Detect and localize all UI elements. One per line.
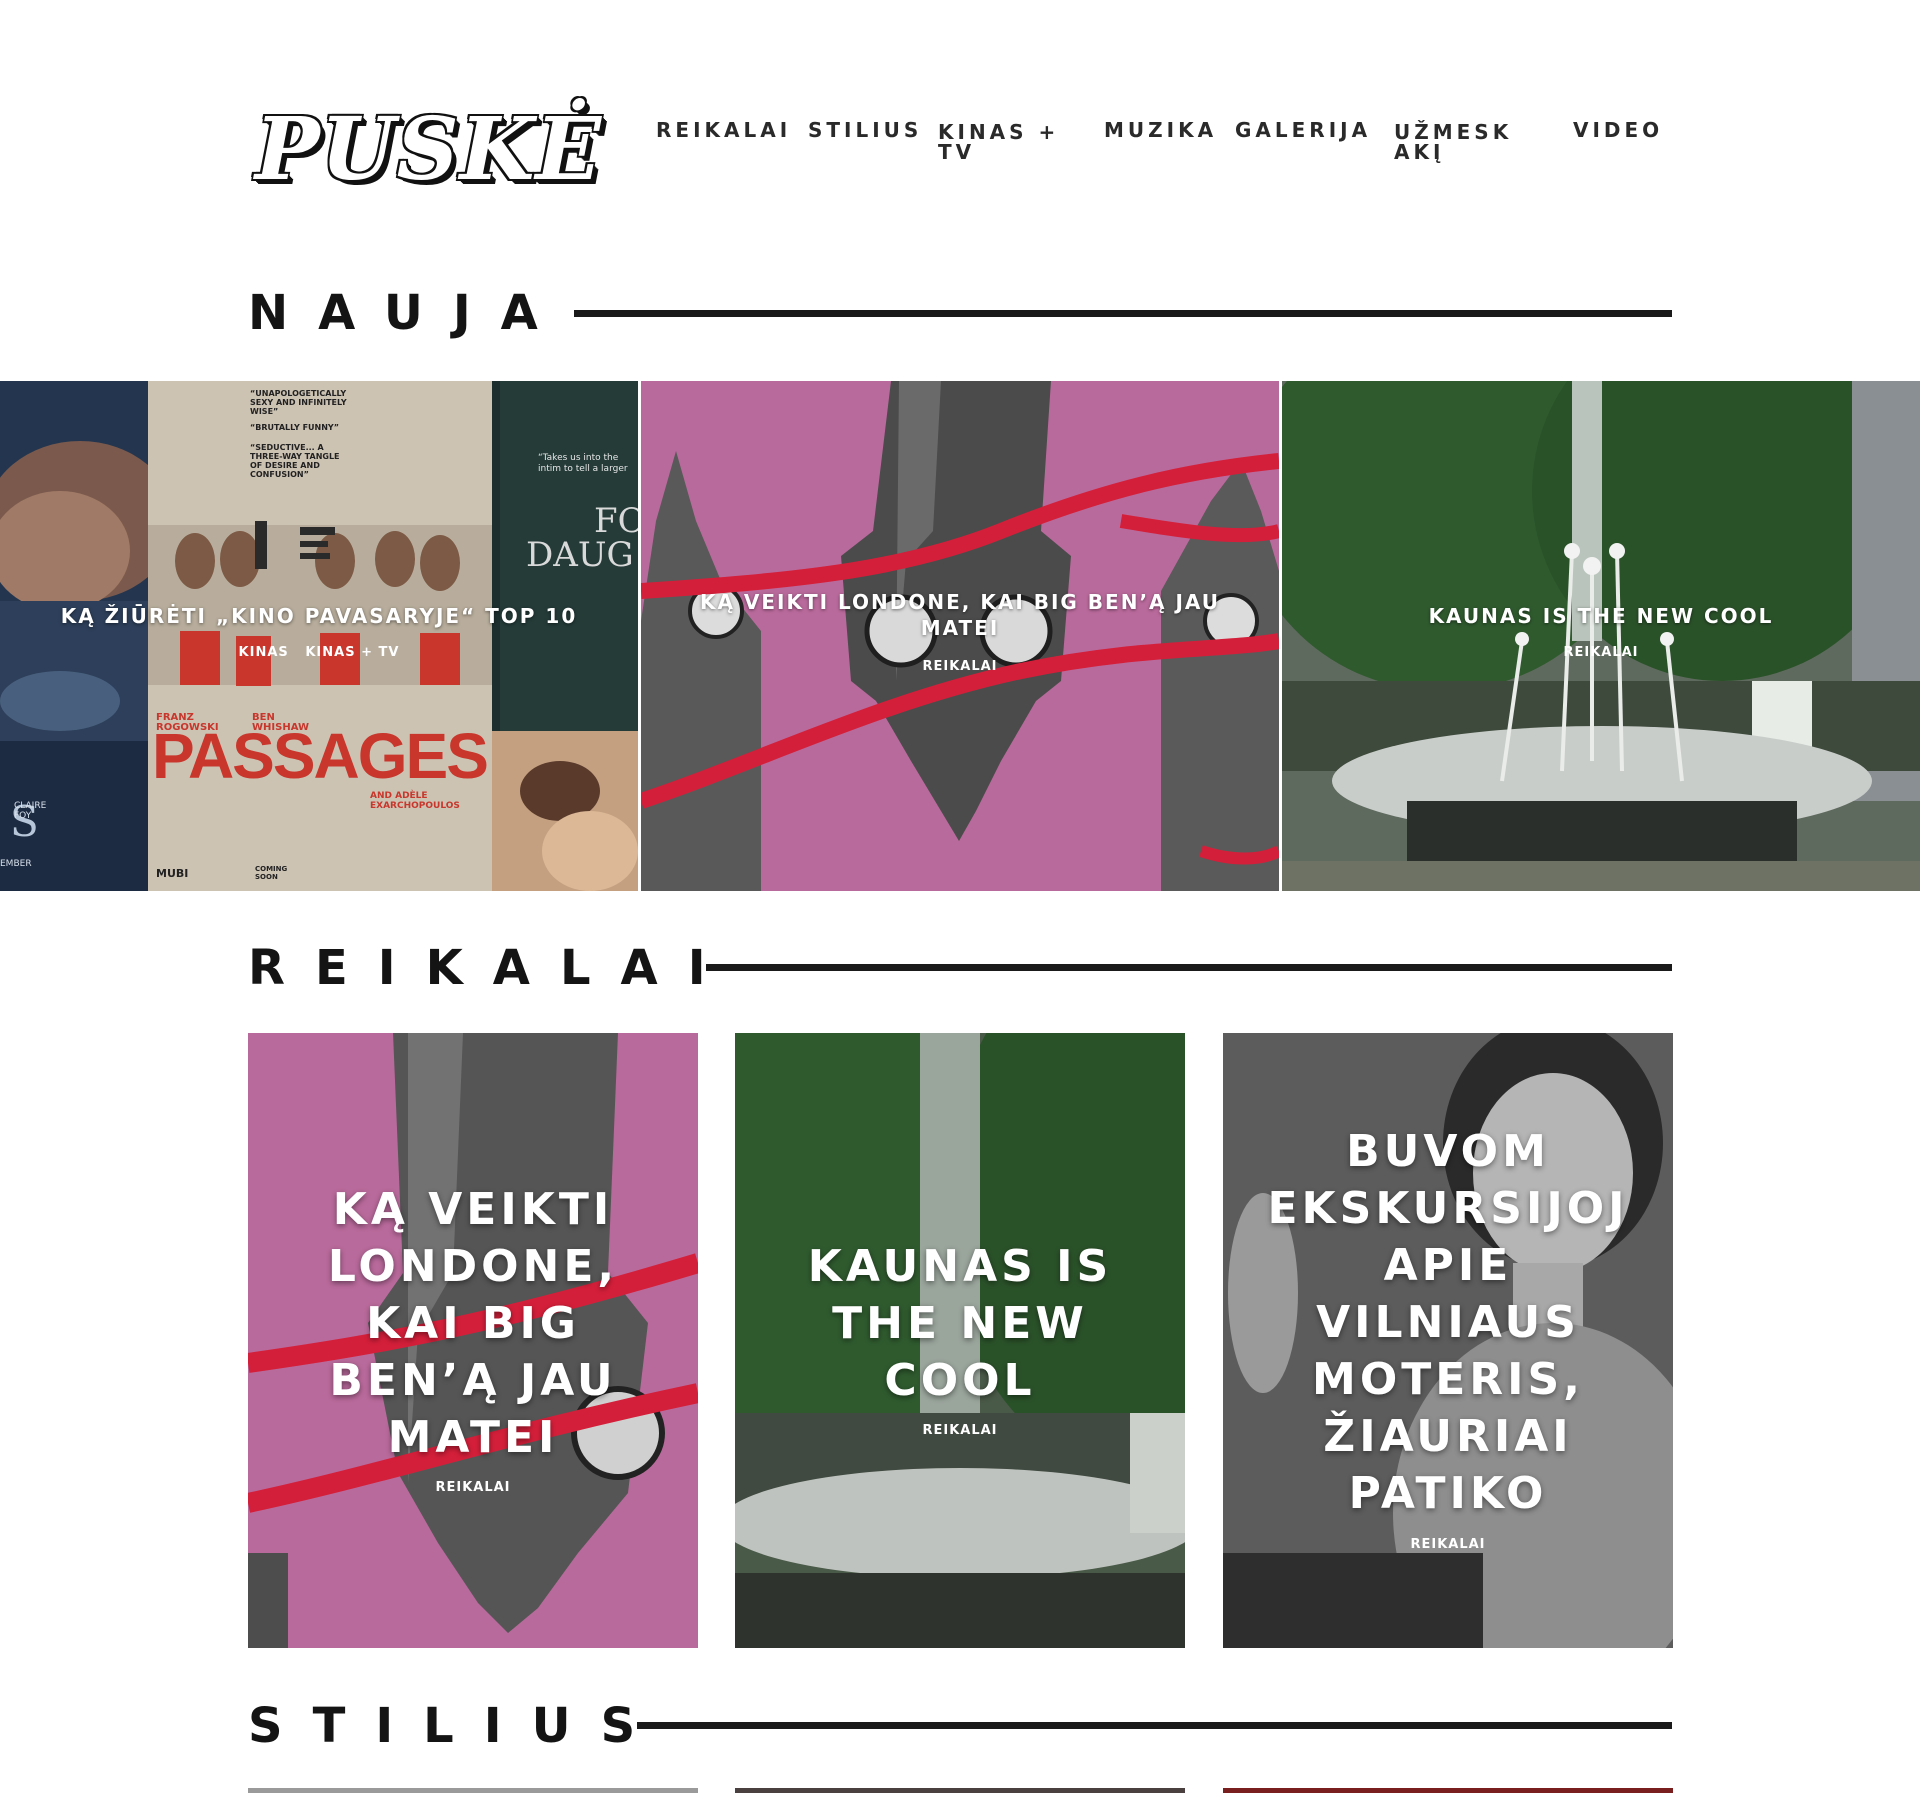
featured-slider: S “UNAPOLOGETICALLY SEXY AND INFINITELY … <box>0 381 1920 891</box>
slide-kino-title[interactable]: KĄ ŽIŪRĖTI „KINO PAVASARYJE“ TOP 10 <box>0 603 638 629</box>
nav-reikalai[interactable]: REIKALAI <box>656 120 791 140</box>
section-rule-nauja <box>574 310 1672 317</box>
poster-left-ember: EMBER <box>0 859 32 869</box>
card-kaunas-category[interactable]: REIKALAI <box>735 1423 1185 1438</box>
poster-quote-3: “SEDUCTIVE... A THREE-WAY TANGLE OF DESI… <box>250 443 340 479</box>
slide-londonas-title-line1: KĄ VEIKTI LONDONE, KAI BIG BEN’Ą JAU <box>699 590 1221 614</box>
card-londonas[interactable]: KĄ VEIKTI LONDONE, KAI BIG BEN’Ą JAU MAT… <box>248 1033 698 1648</box>
section-rule-reikalai <box>706 964 1672 971</box>
card-vilniaus-category[interactable]: REIKALAI <box>1223 1537 1673 1552</box>
slide-kaunas-image <box>1282 381 1920 891</box>
slide-kaunas[interactable]: KAUNAS IS THE NEW COOL REIKALAI <box>1282 381 1920 891</box>
stilius-card-2-top[interactable] <box>735 1788 1185 1793</box>
stilius-card-1-top[interactable] <box>248 1788 698 1793</box>
poster-side-title-1: FO <box>594 501 638 541</box>
poster-title: PASSAGES <box>152 720 489 792</box>
slide-londonas-title[interactable]: KĄ VEIKTI LONDONE, KAI BIG BEN’Ą JAU MAT… <box>641 589 1279 641</box>
nav-uzmesk-line2: AKĮ <box>1394 140 1445 164</box>
poster-quote-2: “BRUTALLY FUNNY” <box>250 423 339 432</box>
card-kaunas-title[interactable]: KAUNAS IS THE NEW COOL <box>765 1238 1155 1409</box>
site-header: PUSKĖ REIKALAI STILIUS KINAS + TV MUZIKA… <box>0 0 1920 240</box>
nav-kinas-tv-line1: KINAS + <box>938 120 1060 144</box>
poster-side-title-2: DAUG <box>526 535 634 575</box>
nav-video[interactable]: VIDEO <box>1573 120 1663 140</box>
card-vilniaus-title[interactable]: BUVOM EKSKURSIJOJ APIE VILNIAUS MOTERIS,… <box>1253 1123 1643 1522</box>
card-kaunas[interactable]: KAUNAS IS THE NEW COOL REIKALAI <box>735 1033 1185 1648</box>
stilius-card-3-top[interactable] <box>1223 1788 1673 1793</box>
section-rule-stilius <box>637 1722 1672 1729</box>
card-londonas-category[interactable]: REIKALAI <box>248 1480 698 1495</box>
slide-kaunas-category[interactable]: REIKALAI <box>1282 645 1920 660</box>
poster-side-quote: “Takes us into the intim to tell a large… <box>538 453 628 474</box>
nav-galerija[interactable]: GALERIJA <box>1235 120 1371 140</box>
section-title-reikalai: REIKALAI <box>248 940 736 996</box>
card-londonas-title[interactable]: KĄ VEIKTI LONDONE, KAI BIG BEN’Ą JAU MAT… <box>278 1181 668 1466</box>
slide-londonas-title-line2: MATEI <box>920 616 1000 640</box>
nav-kinas-tv-line2: TV <box>938 140 976 164</box>
nav-kinas-tv[interactable]: KINAS + TV <box>938 122 1059 162</box>
slide-kino-pavasaris[interactable]: S “UNAPOLOGETICALLY SEXY AND INFINITELY … <box>0 381 638 891</box>
nav-uzmesk-aki[interactable]: UŽMESK AKĮ <box>1394 122 1512 162</box>
poster-quote-1: “UNAPOLOGETICALLY SEXY AND INFINITELY WI… <box>250 389 347 416</box>
nav-muzika[interactable]: MUZIKA <box>1104 120 1217 140</box>
nav-stilius[interactable]: STILIUS <box>808 120 922 140</box>
poster-studio: MUBI <box>156 867 189 880</box>
slide-londonas-category[interactable]: REIKALAI <box>641 659 1279 674</box>
section-title-stilius: STILIUS <box>248 1698 666 1754</box>
card-vilniaus-moterys[interactable]: BUVOM EKSKURSIJOJ APIE VILNIAUS MOTERIS,… <box>1223 1033 1673 1648</box>
poster-coming: COMING SOON <box>255 865 288 881</box>
slide-kino-categories[interactable]: KINAS KINAS + TV <box>0 645 638 660</box>
poster-actor-3: AND ADÈLE EXARCHOPOULOS <box>370 791 460 811</box>
slide-kaunas-title[interactable]: KAUNAS IS THE NEW COOL <box>1282 603 1920 629</box>
poster-left-foy: CLAIRE FOY <box>14 801 47 821</box>
nav-uzmesk-line1: UŽMESK <box>1394 120 1513 144</box>
slide-londonas[interactable]: KĄ VEIKTI LONDONE, KAI BIG BEN’Ą JAU MAT… <box>641 381 1279 891</box>
section-title-nauja: NAUJA <box>248 285 568 341</box>
site-logo[interactable]: PUSKĖ <box>255 100 615 200</box>
